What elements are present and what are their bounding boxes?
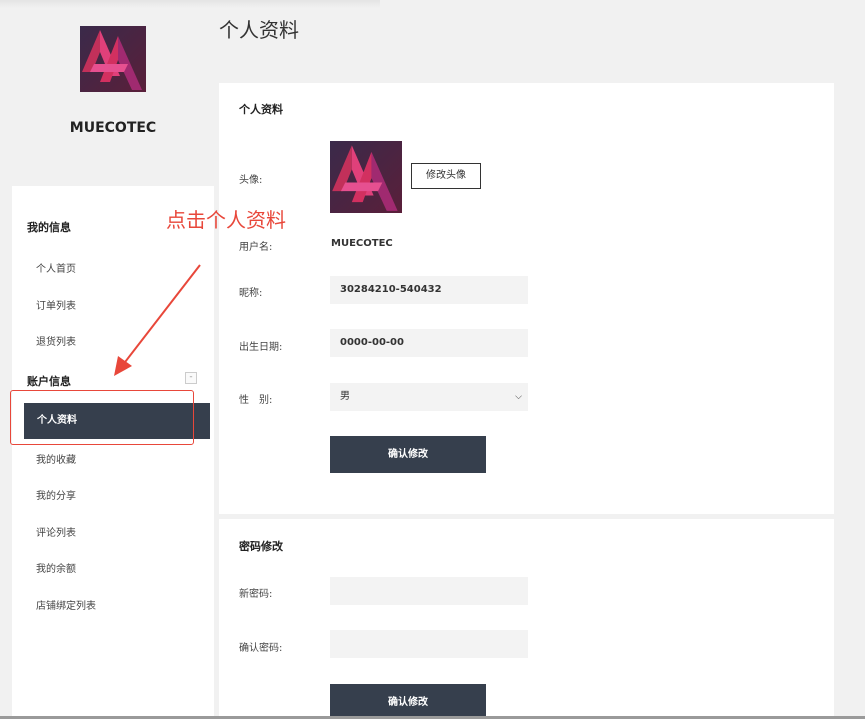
password-panel-title: 密码修改 [239, 540, 283, 553]
gender-select[interactable]: 男 ⌵ [330, 383, 528, 411]
sidebar-item-reviews[interactable]: 评论列表 [36, 524, 76, 539]
confirm-password-button[interactable]: 确认修改 [330, 684, 486, 719]
avatar-image-icon [330, 141, 402, 213]
page-title: 个人资料 [219, 18, 299, 42]
profile-header: MUECOTEC [0, 0, 215, 186]
birthday-input[interactable]: 0000-00-00 [330, 329, 528, 357]
nickname-label: 昵称: [239, 288, 263, 299]
password-panel: 密码修改 新密码: 确认密码: 确认修改 [219, 519, 834, 719]
profile-panel: 个人资料 头像: 修改头像 用户名: MUECOTEC 昵称: 30284210… [219, 83, 834, 514]
profile-name: MUECOTEC [69, 120, 157, 136]
sidebar-item-store-binding[interactable]: 店铺绑定列表 [36, 597, 96, 612]
new-password-input[interactable] [330, 577, 528, 605]
gender-selected-value: 男 [340, 391, 350, 402]
sidebar: 我的信息 个人首页 订单列表 退货列表 账户信息 - 个人资料 我的收藏 我的分… [12, 186, 214, 719]
avatar-label: 头像: [239, 175, 263, 186]
brand-logo-icon [80, 26, 146, 92]
collapse-toggle[interactable]: - [185, 372, 197, 384]
sidebar-item-returns[interactable]: 退货列表 [36, 333, 76, 348]
username-label: 用户名: [239, 242, 273, 253]
confirm-profile-button[interactable]: 确认修改 [330, 436, 486, 473]
sidebar-item-home[interactable]: 个人首页 [36, 260, 76, 275]
new-password-label: 新密码: [239, 589, 273, 600]
birthday-label: 出生日期: [239, 342, 283, 353]
gender-label: 性 别: [239, 395, 273, 406]
sidebar-item-orders[interactable]: 订单列表 [36, 297, 76, 312]
username-value: MUECOTEC [331, 238, 393, 249]
nickname-input[interactable]: 30284210-540432 [330, 276, 528, 304]
sidebar-item-favorites[interactable]: 我的收藏 [36, 451, 76, 466]
sidebar-section-account: 账户信息 [27, 375, 71, 388]
annotation-text: 点击个人资料 [166, 208, 286, 232]
confirm-password-input[interactable] [330, 630, 528, 658]
sidebar-section-my-info: 我的信息 [27, 221, 71, 234]
annotation-highlight-box [10, 390, 194, 445]
change-avatar-button[interactable]: 修改头像 [411, 163, 481, 189]
confirm-password-label: 确认密码: [239, 643, 283, 654]
sidebar-item-balance[interactable]: 我的余额 [36, 560, 76, 575]
chevron-down-icon: ⌵ [515, 392, 522, 402]
profile-panel-title: 个人资料 [239, 103, 283, 116]
sidebar-item-shares[interactable]: 我的分享 [36, 487, 76, 502]
